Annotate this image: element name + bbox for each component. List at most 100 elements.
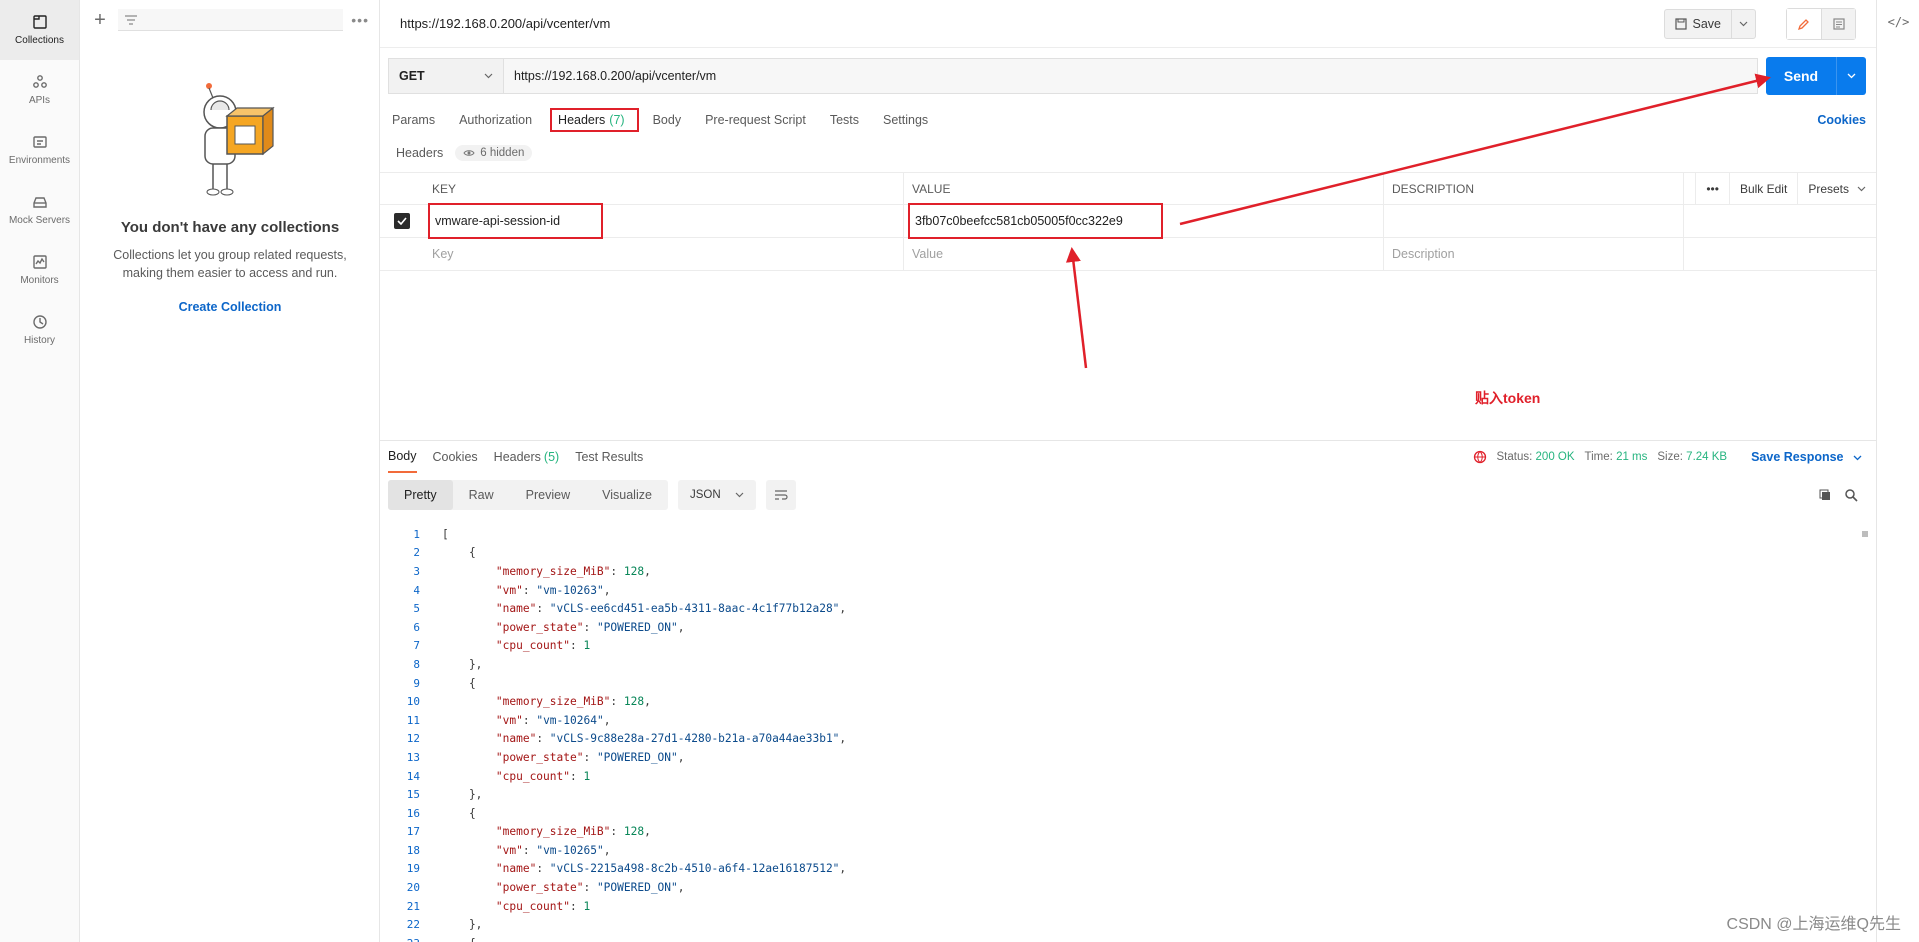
astronaut-illustration-icon <box>203 83 275 196</box>
rail-item-apis[interactable]: APIs <box>0 60 79 120</box>
code-snippet-icon[interactable]: </> <box>1877 0 1919 44</box>
copy-icon[interactable] <box>1818 488 1832 502</box>
code-line: 23 { <box>380 934 1860 942</box>
sidebar-filter-input[interactable] <box>118 9 344 31</box>
line-text: "cpu_count": 1 <box>495 769 591 783</box>
new-description-input[interactable]: Description <box>1384 238 1684 270</box>
headers-table: KEY VALUE DESCRIPTION ••• Bulk Edit Pres… <box>380 172 1876 271</box>
rail-item-monitors[interactable]: Monitors <box>0 240 79 300</box>
code-line: 21 "cpu_count": 1 <box>380 897 1860 916</box>
time-value: 21 ms <box>1616 451 1648 463</box>
hidden-headers-toggle[interactable]: 6 hidden <box>455 145 533 161</box>
response-stats: Status: 200 OK Time: 21 ms Size: 7.24 KB… <box>1473 450 1876 464</box>
tab-tests[interactable]: Tests <box>830 108 869 132</box>
view-preview[interactable]: Preview <box>510 480 586 510</box>
view-visualize[interactable]: Visualize <box>586 480 668 510</box>
rail-item-mock-servers[interactable]: Mock Servers <box>0 180 79 240</box>
size-value: 7.24 KB <box>1686 451 1728 463</box>
headers-subheader: Headers 6 hidden <box>396 145 533 161</box>
line-number: 8 <box>413 657 420 671</box>
rail-item-environments[interactable]: Environments <box>0 120 79 180</box>
line-text: "vm": "vm-10264", <box>495 713 611 727</box>
row-enabled-checkbox[interactable] <box>394 213 410 229</box>
table-more-icon[interactable]: ••• <box>1695 172 1729 205</box>
send-button[interactable]: Send <box>1766 57 1836 95</box>
line-number: 15 <box>406 788 420 802</box>
line-number: 21 <box>406 899 420 913</box>
resp-tab-cookies[interactable]: Cookies <box>433 441 478 473</box>
row-key-cell[interactable]: vmware-api-session-id <box>424 203 904 239</box>
rail-item-collections[interactable]: Collections <box>0 0 79 60</box>
code-line: 3 "memory_size_MiB": 128, <box>380 562 1860 581</box>
rail-label: Monitors <box>20 275 59 286</box>
rail-label: Mock Servers <box>8 215 71 226</box>
wrap-lines-icon[interactable] <box>765 480 796 510</box>
empty-description: Collections let you group related reques… <box>113 248 347 280</box>
create-collection-link[interactable]: Create Collection <box>80 300 380 314</box>
tab-settings[interactable]: Settings <box>883 108 938 132</box>
left-rail: Collections APIs Environments Mock Serve… <box>0 0 80 942</box>
line-number: 2 <box>413 546 420 560</box>
line-number: 9 <box>413 676 420 690</box>
resp-tab-headers[interactable]: Headers (5) <box>494 441 560 473</box>
save-button-group: Save <box>1663 8 1756 39</box>
search-icon[interactable] <box>1844 488 1858 502</box>
response-panel: Body Cookies Headers (5) Test Results St… <box>380 440 1876 942</box>
col-value: VALUE <box>904 173 1384 204</box>
documentation-icon[interactable] <box>1821 8 1855 39</box>
globe-icon[interactable] <box>1473 450 1487 464</box>
line-text: { <box>442 806 476 820</box>
bulk-edit-button[interactable]: Bulk Edit <box>1728 172 1797 205</box>
url-input[interactable]: https://192.168.0.200/api/vcenter/vm <box>503 58 1758 94</box>
watermark: CSDN @上海运维Q先生 <box>1726 916 1901 933</box>
chevron-down-icon <box>735 492 744 498</box>
chevron-down-icon <box>1853 455 1862 461</box>
code-line: 6 "power_state": "POWERED_ON", <box>380 618 1860 637</box>
row-description-cell[interactable] <box>1384 205 1684 237</box>
request-workspace: https://192.168.0.200/api/vcenter/vm Sav… <box>380 0 1876 942</box>
line-number: 7 <box>413 639 420 653</box>
save-dropdown-chevron-down-icon[interactable] <box>1731 9 1755 38</box>
code-line: 22 }, <box>380 915 1860 934</box>
history-icon <box>32 314 48 330</box>
save-button[interactable]: Save <box>1665 10 1732 38</box>
tab-authorization[interactable]: Authorization <box>459 108 542 132</box>
tab-headers[interactable]: Headers (7) <box>550 108 639 132</box>
line-number: 13 <box>406 750 420 764</box>
tab-body[interactable]: Body <box>653 108 692 132</box>
new-key-input[interactable]: Key <box>424 238 904 270</box>
format-select[interactable]: JSON <box>677 480 756 510</box>
edit-pencil-icon[interactable] <box>1787 8 1821 39</box>
code-scrollbar[interactable] <box>1862 531 1868 537</box>
new-collection-plus-icon[interactable]: + <box>90 9 110 32</box>
cookies-link[interactable]: Cookies <box>1817 113 1866 127</box>
line-text: }, <box>442 918 483 932</box>
view-pretty[interactable]: Pretty <box>388 480 453 510</box>
chevron-down-icon <box>484 73 493 79</box>
resp-tab-test-results[interactable]: Test Results <box>575 441 643 473</box>
tab-prerequest-script[interactable]: Pre-request Script <box>705 108 816 132</box>
row-value-cell[interactable]: 3fb07c0beefcc581cb05005f0cc322e9 <box>904 203 1384 239</box>
sidebar-more-icon[interactable]: ••• <box>351 12 369 28</box>
new-value-input[interactable]: Value <box>904 238 1384 270</box>
line-number: 14 <box>406 769 420 783</box>
rail-item-history[interactable]: History <box>0 300 79 360</box>
table-row: Key Value Description <box>380 238 1876 271</box>
sidebar-toolbar: + ••• <box>80 0 379 40</box>
save-response-button[interactable]: Save Response <box>1751 450 1862 464</box>
line-text: "memory_size_MiB": 128, <box>495 825 651 839</box>
response-body-code[interactable]: 1[2 {3 "memory_size_MiB": 128, 4 "vm": "v… <box>380 525 1860 942</box>
line-number: 20 <box>406 881 420 895</box>
resp-tab-body[interactable]: Body <box>388 441 417 473</box>
request-title[interactable]: https://192.168.0.200/api/vcenter/vm <box>400 16 1664 31</box>
code-line: 13 "power_state": "POWERED_ON", <box>380 748 1860 767</box>
code-line: 8 }, <box>380 655 1860 674</box>
presets-dropdown[interactable]: Presets <box>1797 172 1876 205</box>
row-action-cell <box>1684 238 1876 270</box>
send-dropdown-chevron-down-icon[interactable] <box>1836 57 1866 95</box>
environments-icon <box>32 134 48 150</box>
view-raw[interactable]: Raw <box>453 480 510 510</box>
method-select[interactable]: GET <box>388 58 503 94</box>
tab-params[interactable]: Params <box>392 108 445 132</box>
view-mode-segments: Pretty Raw Preview Visualize <box>388 480 668 510</box>
